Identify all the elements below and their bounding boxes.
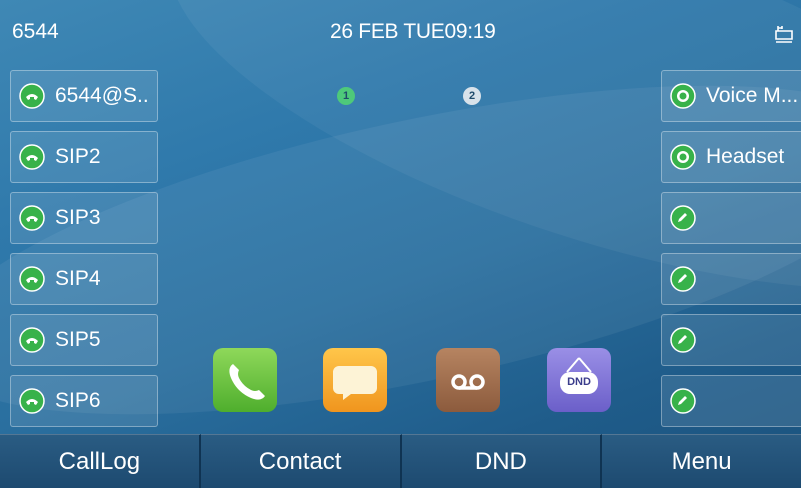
voicemail-app-button[interactable] <box>436 348 500 412</box>
edit-pencil-icon <box>670 327 696 353</box>
dss-key-empty[interactable] <box>661 375 801 427</box>
dss-key-empty[interactable] <box>661 253 801 305</box>
dss-key-label: Voice M... <box>706 84 799 107</box>
network-icon <box>775 26 793 43</box>
line-key-5[interactable]: SIP5 <box>10 314 158 366</box>
voicemail-icon <box>451 374 485 390</box>
softkey-dnd[interactable]: DND <box>401 434 603 488</box>
page-indicator-1[interactable]: 1 <box>337 87 355 105</box>
phone-line-icon <box>19 327 45 353</box>
softkey-menu[interactable]: Menu <box>602 434 801 488</box>
line-key-label: 6544@S.. <box>55 84 149 107</box>
softkey-calllog[interactable]: CallLog <box>0 434 201 488</box>
line-key-label: SIP3 <box>55 206 101 229</box>
phone-line-icon <box>19 83 45 109</box>
line-key-label: SIP4 <box>55 267 101 290</box>
phone-screen: 6544 26 FEB TUE09:19 6544@S.. SIP2 SIP3 … <box>0 0 801 488</box>
softkey-contact[interactable]: Contact <box>200 434 402 488</box>
status-dot-icon <box>670 144 696 170</box>
edit-pencil-icon <box>670 205 696 231</box>
page-indicator-2[interactable]: 2 <box>463 87 481 105</box>
message-bubble-icon <box>333 366 377 400</box>
date-time: 26 FEB TUE09:19 <box>330 20 496 43</box>
line-key-label: SIP2 <box>55 145 101 168</box>
dial-app-button[interactable] <box>213 348 277 412</box>
dss-key-empty[interactable] <box>661 314 801 366</box>
dnd-icon-label: DND <box>567 376 591 388</box>
phone-handset-icon <box>229 364 265 400</box>
phone-line-icon <box>19 388 45 414</box>
dss-key-label: Headset <box>706 145 785 168</box>
dss-key-empty[interactable] <box>661 192 801 244</box>
line-key-4[interactable]: SIP4 <box>10 253 158 305</box>
edit-pencil-icon <box>670 388 696 414</box>
line-key-2[interactable]: SIP2 <box>10 131 158 183</box>
extension-number: 6544 <box>12 20 59 43</box>
dss-key-headset[interactable]: Headset <box>661 131 801 183</box>
status-dot-icon <box>670 83 696 109</box>
dss-key-voicemail[interactable]: Voice M... <box>661 70 801 122</box>
line-key-6[interactable]: SIP6 <box>10 375 158 427</box>
phone-line-icon <box>19 266 45 292</box>
edit-pencil-icon <box>670 266 696 292</box>
softkey-bar: CallLog Contact DND Menu <box>0 434 801 488</box>
messages-app-button[interactable] <box>323 348 387 412</box>
phone-line-icon <box>19 205 45 231</box>
line-key-3[interactable]: SIP3 <box>10 192 158 244</box>
line-key-label: SIP6 <box>55 389 101 412</box>
dnd-app-button[interactable]: DND <box>547 348 611 412</box>
line-key-label: SIP5 <box>55 328 101 351</box>
phone-line-icon <box>19 144 45 170</box>
status-bar: 6544 26 FEB TUE09:19 <box>0 0 801 62</box>
line-key-1[interactable]: 6544@S.. <box>10 70 158 122</box>
